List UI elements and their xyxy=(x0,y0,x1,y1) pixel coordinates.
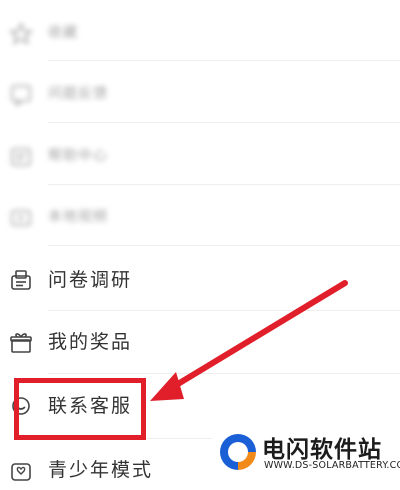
watermark-title: 电闪软件站 xyxy=(262,437,382,463)
watermark: 电闪软件站 WWW.DS-SOLARBATTERY.COM xyxy=(212,424,400,481)
divider xyxy=(48,60,400,61)
divider xyxy=(48,122,400,123)
menu-item-help[interactable]: 帮助中心 xyxy=(0,136,400,176)
menu-item-label: 帮助中心 xyxy=(48,148,108,164)
divider xyxy=(48,373,400,374)
menu-item-my-prizes[interactable]: 我的奖品 xyxy=(0,322,400,362)
survey-icon xyxy=(8,268,34,294)
menu-item-label: 问卷调研 xyxy=(48,269,133,291)
menu-item-label: 青少年模式 xyxy=(48,459,154,481)
video-icon xyxy=(8,205,34,231)
menu-item-survey[interactable]: 问卷调研 xyxy=(0,260,400,300)
menu-item-label: 本地视频 xyxy=(48,209,108,225)
divider xyxy=(48,310,400,311)
watermark-url: WWW.DS-SOLARBATTERY.COM xyxy=(264,460,400,471)
menu-item-local-video[interactable]: 本地视频 xyxy=(0,197,400,237)
divider xyxy=(48,184,400,185)
brand-logo-icon xyxy=(220,434,256,470)
menu-item-label: 我的奖品 xyxy=(48,331,133,353)
menu-item-feedback[interactable]: 问题反馈 xyxy=(0,74,400,114)
star-icon xyxy=(8,21,34,47)
highlight-box xyxy=(14,378,146,440)
gift-icon xyxy=(8,330,34,356)
help-icon xyxy=(8,144,34,170)
teen-mode-icon xyxy=(8,458,34,484)
feedback-icon xyxy=(8,82,34,108)
divider xyxy=(48,245,400,246)
menu-item-label: 收藏 xyxy=(48,25,78,41)
menu-item-favorites[interactable]: 收藏 xyxy=(0,13,400,53)
menu-item-label: 问题反馈 xyxy=(48,86,108,102)
